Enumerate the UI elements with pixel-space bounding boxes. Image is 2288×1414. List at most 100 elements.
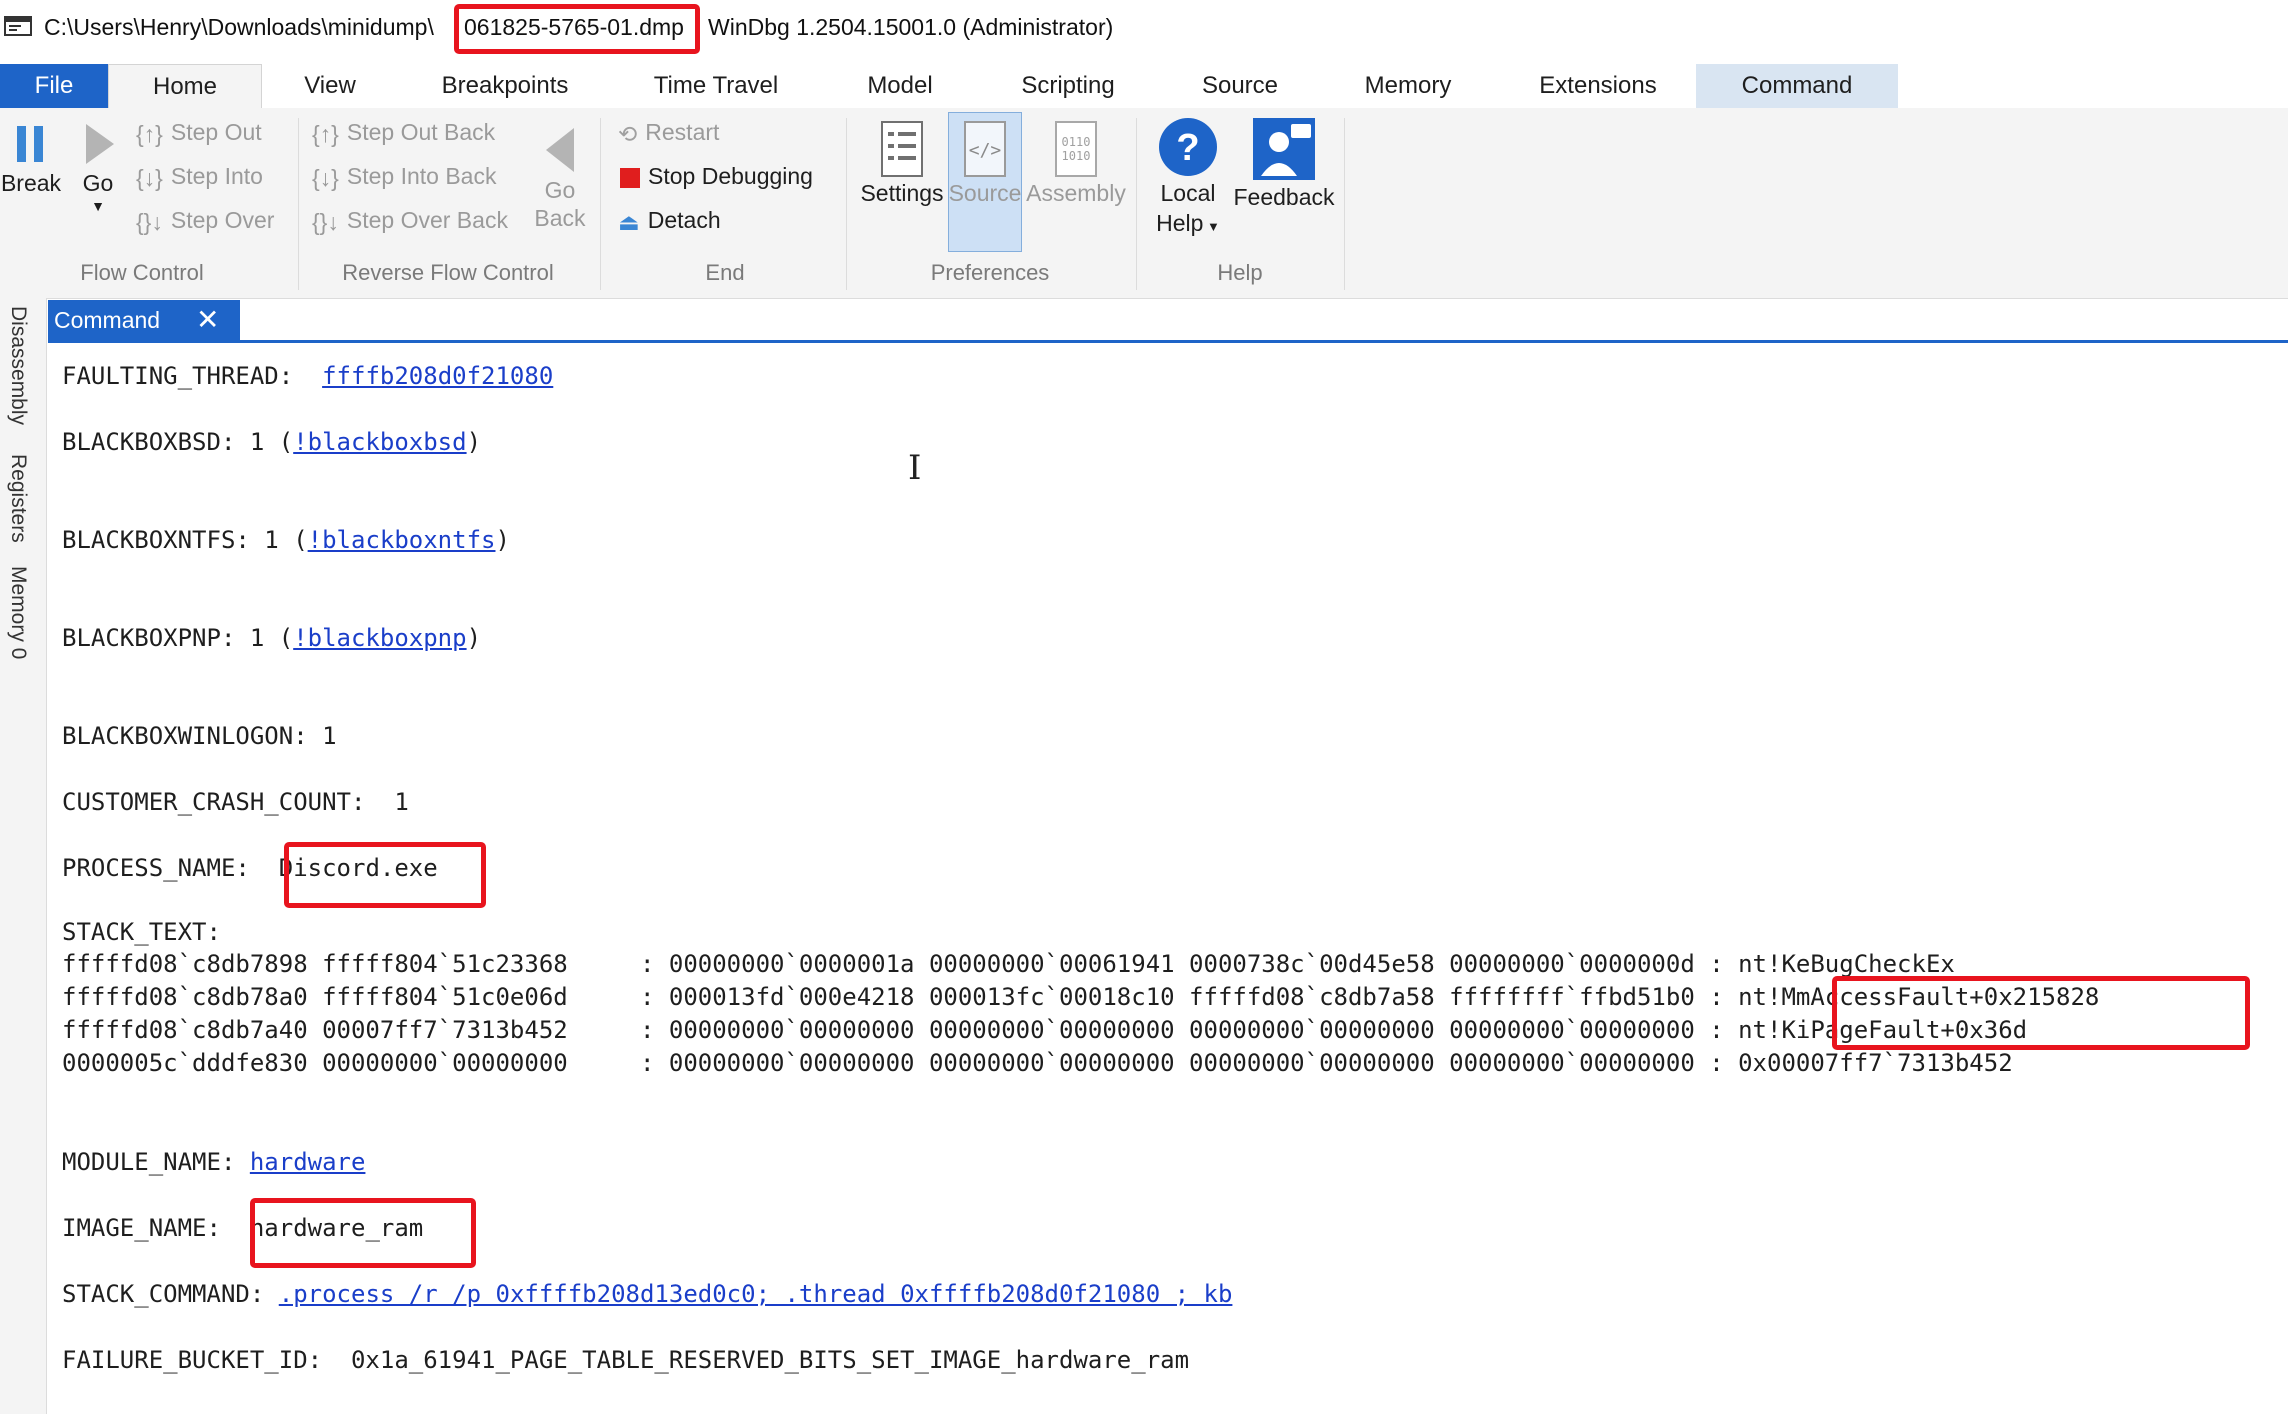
back-arrow-icon — [546, 128, 574, 172]
feedback-label: Feedback — [1233, 184, 1335, 210]
step-out-back-button[interactable]: {↑} Step Out Back — [312, 112, 495, 152]
stack-symbol: 0x00007ff7`7313b452 — [1738, 1049, 2013, 1077]
step-out-button[interactable]: {↑} Step Out — [136, 112, 262, 152]
step-over-back-label: Step Over Back — [346, 207, 508, 233]
side-tab-registers[interactable]: Registers — [6, 454, 30, 543]
step-into-icon: {↓} — [136, 164, 163, 191]
blackboxntfs-line: BLACKBOXNTFS: 1 (!blackboxntfs) — [62, 526, 510, 554]
step-out-back-icon: {↑} — [312, 120, 339, 147]
step-into-back-icon: {↓} — [312, 164, 339, 191]
source-button[interactable]: </> Source — [948, 114, 1022, 208]
step-over-back-button[interactable]: {}↓ Step Over Back — [312, 200, 508, 240]
pause-icon — [17, 126, 43, 162]
tab-extensions[interactable]: Extensions — [1530, 64, 1666, 108]
step-into-label: Step Into — [170, 163, 263, 189]
step-over-back-icon: {}↓ — [312, 208, 339, 235]
tab-file[interactable]: File — [0, 64, 108, 108]
stop-debugging-label: Stop Debugging — [648, 163, 813, 189]
restart-button[interactable]: ⟲ Restart — [618, 112, 719, 152]
break-label: Break — [0, 170, 62, 196]
settings-label: Settings — [860, 180, 944, 206]
stack-text-label: STACK_TEXT: — [62, 918, 221, 946]
svg-text:</>: </> — [969, 140, 1002, 161]
tab-time-travel[interactable]: Time Travel — [636, 64, 796, 108]
step-into-button[interactable]: {↓} Step Into — [136, 156, 263, 196]
stack-command-line: STACK_COMMAND: .process /r /p 0xffffb208… — [62, 1280, 1233, 1308]
group-label-end: End — [705, 260, 745, 285]
step-out-back-label: Step Out Back — [346, 119, 496, 145]
local-help-dropdown-icon[interactable]: ▼ — [1203, 219, 1220, 234]
highlight-box-stack-symbols — [1832, 976, 2250, 1050]
step-into-back-button[interactable]: {↓} Step Into Back — [312, 156, 496, 196]
title-path: C:\Users\Henry\Downloads\minidump\ — [44, 14, 434, 40]
settings-document-icon — [881, 121, 923, 177]
go-back-label-1: Go — [544, 177, 576, 203]
title-bar: C:\Users\Henry\Downloads\minidump\ 06182… — [0, 0, 2288, 56]
tab-view[interactable]: View — [280, 64, 380, 108]
assembly-button[interactable]: 0110 1010 Assembly — [1024, 114, 1128, 208]
go-button[interactable]: Go ▼ — [70, 114, 126, 214]
windbg-app-icon — [4, 16, 32, 36]
group-label-flow-control: Flow Control — [80, 260, 204, 285]
feedback-button[interactable]: Feedback — [1232, 114, 1336, 212]
stack-row: fffffd08`c8db7898 fffff804`51c23368 : 00… — [62, 950, 1955, 978]
go-dropdown-icon[interactable]: ▼ — [70, 198, 126, 214]
command-window-tab[interactable]: Command ✕ — [48, 300, 240, 340]
module-name-link[interactable]: hardware — [250, 1148, 366, 1176]
faulting-thread-link[interactable]: ffffb208d0f21080 — [322, 362, 553, 390]
ribbon-separator — [846, 118, 847, 290]
blackboxntfs-link[interactable]: !blackboxntfs — [308, 526, 496, 554]
eject-icon: ⏏ — [618, 208, 640, 235]
tab-command[interactable]: Command — [1696, 64, 1898, 108]
customer-crash-count-line: CUSTOMER_CRASH_COUNT: 1 — [62, 788, 409, 816]
step-out-icon: {↑} — [136, 120, 163, 147]
go-back-button[interactable]: Go Back — [528, 114, 592, 232]
assembly-label: Assembly — [1026, 180, 1126, 206]
svg-text:0110: 0110 — [1062, 135, 1091, 149]
module-name-line: MODULE_NAME: hardware — [62, 1148, 366, 1176]
close-icon[interactable]: ✕ — [196, 300, 219, 340]
step-out-label: Step Out — [170, 119, 262, 145]
title-app-name: WinDbg 1.2504.15001.0 (Administrator) — [708, 14, 1114, 40]
command-output[interactable]: FAULTING_THREAD: ffffb208d0f21080 BLACKB… — [48, 344, 2288, 1414]
stack-row: fffffd08`c8db78a0 fffff804`51c0e06d : 00… — [62, 983, 2100, 1011]
feedback-person-icon — [1253, 118, 1315, 180]
stack-command-link[interactable]: .process /r /p 0xffffb208d13ed0c0; .thre… — [279, 1280, 1233, 1308]
side-tab-memory-0[interactable]: Memory 0 — [6, 566, 30, 659]
local-help-button[interactable]: ? Local Help ▼ — [1148, 114, 1228, 242]
break-button[interactable]: Break — [0, 114, 62, 198]
highlight-box-filename — [454, 4, 700, 54]
ribbon-separator — [1344, 118, 1345, 290]
tab-home[interactable]: Home — [108, 64, 262, 108]
play-icon — [86, 124, 114, 164]
tab-scripting[interactable]: Scripting — [1008, 64, 1128, 108]
tab-breakpoints[interactable]: Breakpoints — [430, 64, 580, 108]
local-help-label-1: Local — [1160, 180, 1216, 206]
svg-text:1010: 1010 — [1062, 149, 1091, 163]
highlight-box-image-name — [250, 1198, 476, 1268]
detach-button[interactable]: ⏏ Detach — [618, 200, 721, 240]
side-tab-disassembly[interactable]: Disassembly — [6, 306, 30, 425]
faulting-thread-line: FAULTING_THREAD: ffffb208d0f21080 — [62, 362, 554, 390]
failure-bucket-line: FAILURE_BUCKET_ID: 0x1a_61941_PAGE_TABLE… — [62, 1346, 1190, 1374]
step-over-button[interactable]: {}↓ Step Over — [136, 200, 274, 240]
tab-model[interactable]: Model — [850, 64, 950, 108]
svg-text:?: ? — [1176, 127, 1199, 169]
group-label-help: Help — [1217, 260, 1263, 285]
detach-label: Detach — [647, 207, 721, 233]
step-into-back-label: Step Into Back — [346, 163, 497, 189]
step-over-label: Step Over — [170, 207, 275, 233]
stop-debugging-button[interactable]: Stop Debugging — [620, 156, 813, 196]
command-tab-title: Command — [54, 307, 161, 333]
blackboxbsd-link[interactable]: !blackboxbsd — [293, 428, 466, 456]
blackboxpnp-link[interactable]: !blackboxpnp — [293, 624, 466, 652]
group-label-preferences: Preferences — [930, 260, 1050, 285]
blackboxwinlogon-line: BLACKBOXWINLOGON: 1 — [62, 722, 337, 750]
local-help-label-2: Help ▼ — [1156, 210, 1220, 236]
tab-memory[interactable]: Memory — [1350, 64, 1466, 108]
tab-source[interactable]: Source — [1190, 64, 1290, 108]
ribbon-separator — [600, 118, 601, 290]
blackboxpnp-line: BLACKBOXPNP: 1 (!blackboxpnp) — [62, 624, 482, 652]
stack-row: 0000005c`dddfe830 00000000`00000000 : 00… — [62, 1049, 2013, 1077]
settings-button[interactable]: Settings — [860, 114, 944, 208]
